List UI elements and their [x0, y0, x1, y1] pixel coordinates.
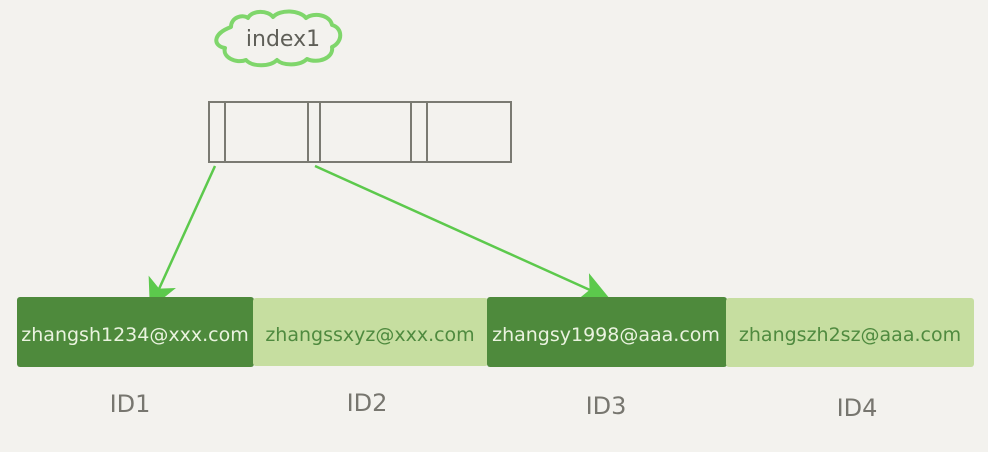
record-1-email: zhangsh1234@xxx.com — [21, 324, 248, 346]
record-2: zhangssxyz@xxx.com ID2 — [253, 298, 488, 417]
record-3: zhangsy1998@aaa.com ID3 — [487, 297, 727, 420]
record-4: zhangszh2sz@aaa.com ID4 — [726, 298, 974, 422]
record-4-id: ID4 — [837, 394, 878, 422]
record-3-email: zhangsy1998@aaa.com — [492, 324, 720, 346]
index-page-box — [208, 101, 512, 163]
pointer-to-record-1 — [148, 165, 217, 310]
pointer-arrows — [148, 164, 611, 310]
index-cloud: index1 — [214, 9, 343, 68]
record-1-id: ID1 — [110, 390, 151, 418]
index-page — [208, 101, 512, 163]
record-4-email: zhangszh2sz@aaa.com — [739, 324, 961, 346]
index-diagram: index1 zhangsh1234@xxx.com ID1 zhangssxy… — [17, 9, 974, 422]
record-2-email: zhangssxyz@xxx.com — [265, 324, 474, 346]
record-2-id: ID2 — [347, 389, 388, 417]
pointer-to-record-3 — [314, 164, 611, 301]
records-row: zhangsh1234@xxx.com ID1 zhangssxyz@xxx.c… — [17, 297, 974, 422]
record-1: zhangsh1234@xxx.com ID1 — [17, 297, 254, 418]
record-3-id: ID3 — [586, 392, 627, 420]
index-label: index1 — [246, 27, 320, 52]
